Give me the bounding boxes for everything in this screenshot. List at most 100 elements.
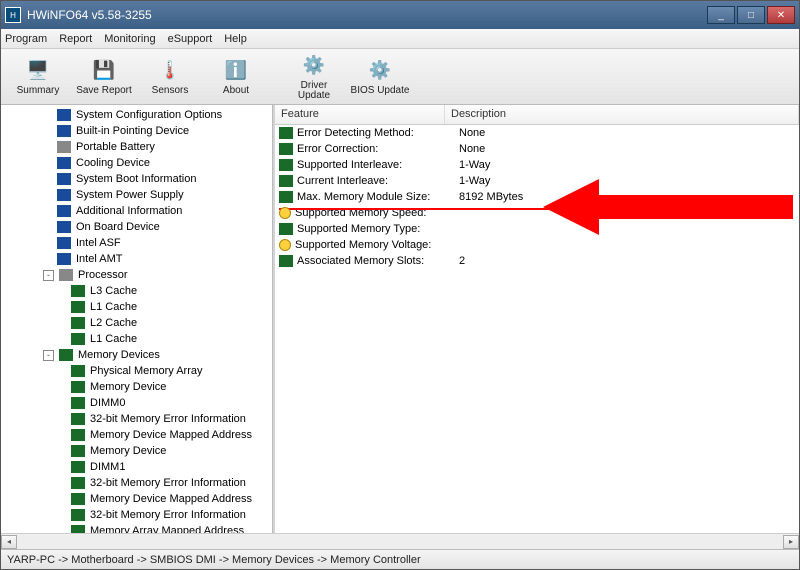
tree-item-icon	[71, 413, 85, 425]
row-icon	[279, 255, 293, 267]
tree-node[interactable]: Cooling Device	[1, 155, 272, 171]
tree-item-icon	[71, 477, 85, 489]
tree-item-icon	[57, 189, 71, 201]
list-row[interactable]: Error Correction:None	[275, 141, 799, 157]
row-feature: Supported Memory Voltage:	[295, 239, 457, 251]
tree-node[interactable]: System Boot Information	[1, 171, 272, 187]
tree-node[interactable]: System Power Supply	[1, 187, 272, 203]
tree-node[interactable]: Intel ASF	[1, 235, 272, 251]
maximize-button[interactable]: □	[737, 6, 765, 24]
save-report-button[interactable]: 💾 Save Report	[73, 52, 135, 102]
status-path: YARP-PC -> Motherboard -> SMBIOS DMI -> …	[7, 554, 421, 566]
row-description: None	[459, 143, 799, 155]
tree-node[interactable]: Memory Device Mapped Address	[1, 427, 272, 443]
status-bar: YARP-PC -> Motherboard -> SMBIOS DMI -> …	[1, 549, 799, 569]
tree-node[interactable]: Memory Device	[1, 379, 272, 395]
tree-node[interactable]: Physical Memory Array	[1, 363, 272, 379]
list-row[interactable]: Supported Interleave:1-Way	[275, 157, 799, 173]
tree-item-icon	[71, 509, 85, 521]
summary-button[interactable]: 🖥️ Summary	[7, 52, 69, 102]
window-buttons: _ □ ✕	[707, 6, 795, 24]
tree-h-scrollbar[interactable]: ◂ ▸	[1, 533, 799, 549]
bios-icon: ⚙️	[367, 58, 393, 84]
tree-node[interactable]: 32-bit Memory Error Information	[1, 507, 272, 523]
list-header: Feature Description	[275, 105, 799, 125]
col-feature[interactable]: Feature	[275, 105, 445, 124]
row-feature: Error Correction:	[297, 143, 459, 155]
row-icon	[279, 239, 291, 251]
tree-item-label: System Configuration Options	[74, 107, 224, 123]
tree-item-label: Built-in Pointing Device	[74, 123, 191, 139]
tree-item-label: Memory Device	[88, 443, 168, 459]
expand-toggle-icon[interactable]: -	[43, 270, 54, 281]
info-icon: ℹ️	[223, 58, 249, 84]
tree-pane[interactable]: System Configuration OptionsBuilt-in Poi…	[1, 105, 273, 533]
tree-node[interactable]: Memory Device	[1, 443, 272, 459]
list-row[interactable]: Associated Memory Slots:2	[275, 253, 799, 269]
tree-node[interactable]: DIMM0	[1, 395, 272, 411]
menu-help[interactable]: Help	[224, 33, 247, 45]
expand-toggle-icon[interactable]: -	[43, 350, 54, 361]
tree-item-label: L2 Cache	[88, 315, 139, 331]
row-description: None	[459, 127, 799, 139]
scroll-track[interactable]	[17, 535, 783, 549]
row-icon	[279, 175, 293, 187]
tree-node[interactable]: On Board Device	[1, 219, 272, 235]
close-button[interactable]: ✕	[767, 6, 795, 24]
tree-item-icon	[71, 445, 85, 457]
menu-report[interactable]: Report	[59, 33, 92, 45]
tree-node[interactable]: -Processor	[1, 267, 272, 283]
tree-item-label: Cooling Device	[74, 155, 152, 171]
tree-item-icon	[57, 141, 71, 153]
tree-item-icon	[57, 221, 71, 233]
tree-item-icon	[71, 365, 85, 377]
list-row[interactable]: Error Detecting Method:None	[275, 125, 799, 141]
minimize-button[interactable]: _	[707, 6, 735, 24]
tree-node[interactable]: Portable Battery	[1, 139, 272, 155]
main-split: System Configuration OptionsBuilt-in Poi…	[1, 105, 799, 533]
about-button[interactable]: ℹ️ About	[205, 52, 267, 102]
tree-item-icon	[71, 317, 85, 329]
scroll-right-button[interactable]: ▸	[783, 535, 799, 549]
row-feature: Supported Interleave:	[297, 159, 459, 171]
tree-item-label: On Board Device	[74, 219, 162, 235]
list-row[interactable]: Supported Memory Voltage:	[275, 237, 799, 253]
col-description[interactable]: Description	[445, 105, 799, 124]
app-window: H HWiNFO64 v5.58-3255 _ □ ✕ Program Repo…	[0, 0, 800, 570]
tree-item-icon	[59, 349, 73, 361]
tree-item-label: L1 Cache	[88, 331, 139, 347]
list-body[interactable]: Error Detecting Method:NoneError Correct…	[275, 125, 799, 533]
menu-esupport[interactable]: eSupport	[168, 33, 213, 45]
tree-node[interactable]: L1 Cache	[1, 331, 272, 347]
tree-node[interactable]: L3 Cache	[1, 283, 272, 299]
tree-node[interactable]: -Memory Devices	[1, 347, 272, 363]
tree-node[interactable]: Memory Device Mapped Address	[1, 491, 272, 507]
tree-item-icon	[57, 253, 71, 265]
toolbar: 🖥️ Summary 💾 Save Report 🌡️ Sensors ℹ️ A…	[1, 49, 799, 105]
driver-icon: ⚙️	[301, 53, 327, 79]
scroll-left-button[interactable]: ◂	[1, 535, 17, 549]
driver-update-button[interactable]: ⚙️ Driver Update	[283, 52, 345, 102]
tree-item-label: Portable Battery	[74, 139, 157, 155]
sensors-button[interactable]: 🌡️ Sensors	[139, 52, 201, 102]
tree-node[interactable]: DIMM1	[1, 459, 272, 475]
tree-node[interactable]: L2 Cache	[1, 315, 272, 331]
menu-monitoring[interactable]: Monitoring	[104, 33, 155, 45]
tree-item-icon	[71, 461, 85, 473]
tree-item-label: L1 Cache	[88, 299, 139, 315]
tree-node[interactable]: Built-in Pointing Device	[1, 123, 272, 139]
row-icon	[279, 207, 291, 219]
tree-item-label: 32-bit Memory Error Information	[88, 475, 248, 491]
tree-node[interactable]: 32-bit Memory Error Information	[1, 475, 272, 491]
tree-node[interactable]: L1 Cache	[1, 299, 272, 315]
tree-node[interactable]: Memory Array Mapped Address	[1, 523, 272, 533]
tree-node[interactable]: Intel AMT	[1, 251, 272, 267]
tree-node[interactable]: System Configuration Options	[1, 107, 272, 123]
bios-update-button[interactable]: ⚙️ BIOS Update	[349, 52, 411, 102]
tree-item-icon	[57, 205, 71, 217]
menu-program[interactable]: Program	[5, 33, 47, 45]
window-title: HWiNFO64 v5.58-3255	[27, 8, 707, 22]
tree-node[interactable]: 32-bit Memory Error Information	[1, 411, 272, 427]
tree-node[interactable]: Additional Information	[1, 203, 272, 219]
tree-item-label: Memory Device Mapped Address	[88, 491, 254, 507]
